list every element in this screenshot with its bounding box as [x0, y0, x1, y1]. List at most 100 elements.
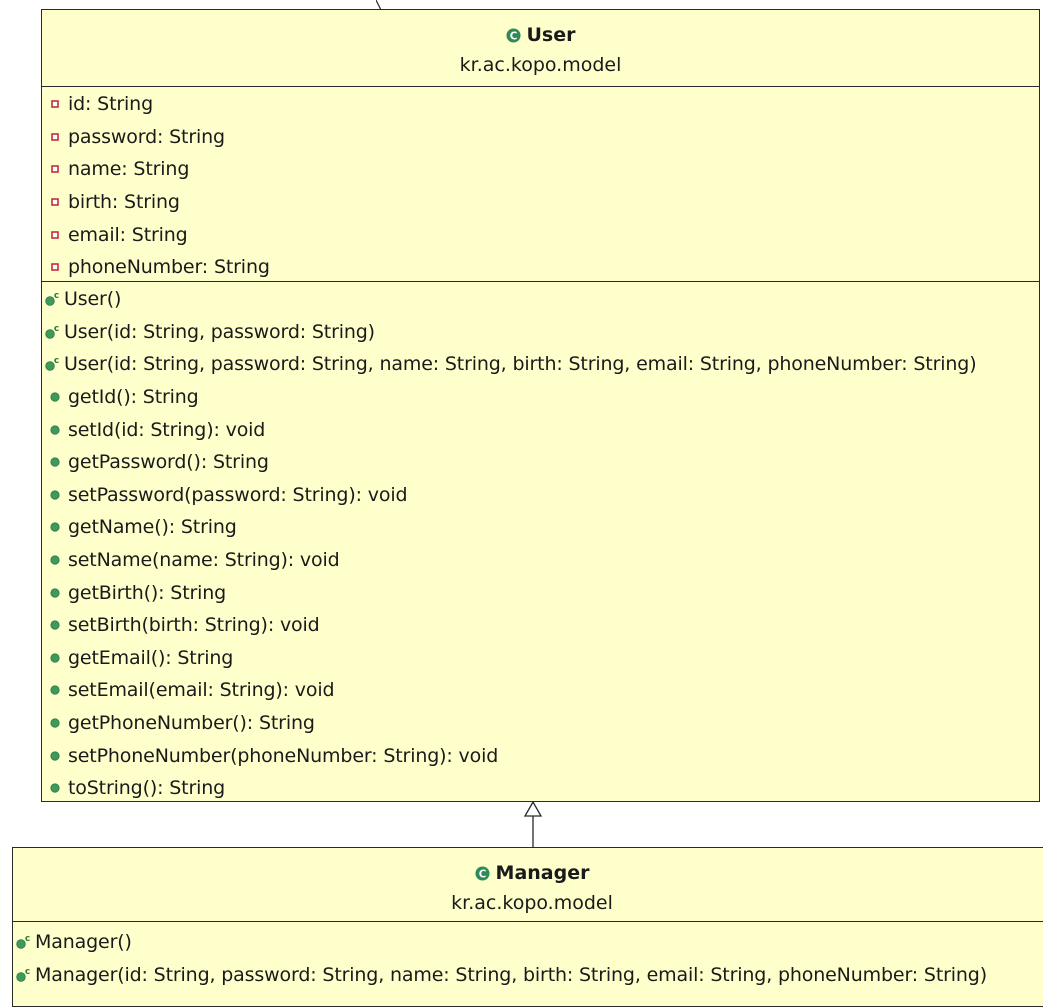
user-constructor-symbol: c	[42, 320, 64, 344]
user-method-label: getName(): String	[68, 516, 237, 539]
constructor-icon: c	[45, 324, 59, 339]
user-constructor[interactable]: c User(id: String, password: String, name…	[42, 348, 1039, 381]
user-class-box[interactable]: C User kr.ac.kopo.model id: String passwo…	[41, 9, 1040, 802]
public-method-icon	[50, 783, 60, 793]
user-constructor-label: User()	[64, 288, 122, 311]
user-methods-compartment: c User() c User(id: String, password: Strin…	[42, 282, 1039, 805]
public-method-icon	[50, 653, 60, 663]
public-method-icon	[50, 718, 60, 728]
user-attribute[interactable]: email: String	[42, 218, 1039, 251]
user-attribute-symbol	[42, 190, 68, 214]
public-method-icon	[50, 457, 60, 467]
user-method-label: getPhoneNumber(): String	[68, 712, 315, 735]
constructor-icon: c	[45, 356, 59, 372]
user-attribute-symbol	[42, 125, 68, 149]
user-method-label: setBirth(birth: String): void	[68, 614, 320, 637]
user-method-symbol	[42, 711, 68, 735]
user-attribute-symbol	[42, 92, 68, 116]
private-field-icon	[51, 133, 59, 141]
user-attributes-compartment: id: String password: String name: String bi…	[42, 87, 1039, 282]
public-method-icon	[50, 392, 60, 402]
manager-class-header: C Manager kr.ac.kopo.model	[13, 848, 1043, 922]
user-constructor-label: User(id: String, password: String, name:…	[64, 353, 977, 376]
user-method[interactable]: getPassword(): String	[42, 446, 1039, 479]
manager-constructor[interactable]: c Manager(id: String, password: String, n…	[13, 958, 1043, 991]
manager-methods-compartment: c Manager() c Manager(id: String, password:…	[13, 922, 1043, 991]
user-attribute[interactable]: phoneNumber: String	[42, 251, 1039, 284]
svg-text:c: c	[54, 356, 59, 366]
user-method[interactable]: toString(): String	[42, 772, 1039, 805]
user-attribute-label: email: String	[68, 223, 188, 246]
user-method-label: setName(name: String): void	[68, 549, 340, 572]
user-attribute-label: id: String	[68, 93, 153, 116]
user-attribute-label: phoneNumber: String	[68, 256, 270, 279]
user-method-label: getBirth(): String	[68, 581, 227, 604]
public-method-icon	[50, 588, 60, 598]
generalization-arrow	[523, 801, 543, 848]
public-method-icon	[50, 490, 60, 500]
user-method-symbol	[42, 515, 68, 539]
constructor-icon: c	[16, 934, 30, 949]
user-method[interactable]: getId(): String	[42, 381, 1039, 414]
svg-text:c: c	[54, 291, 59, 301]
svg-text:c: c	[54, 324, 59, 334]
public-method-icon	[50, 751, 60, 761]
manager-class-name: Manager	[495, 862, 590, 884]
user-method-symbol	[42, 450, 68, 474]
user-method[interactable]: getPhoneNumber(): String	[42, 707, 1039, 740]
user-attribute-symbol	[42, 223, 68, 247]
user-method[interactable]: setPhoneNumber(phoneNumber: String): voi…	[42, 739, 1039, 772]
user-method-symbol	[42, 613, 68, 637]
class-icon: C	[475, 865, 490, 881]
manager-class-box[interactable]: C Manager kr.ac.kopo.model c Manager() c Ma…	[12, 847, 1043, 1007]
user-method[interactable]: setId(id: String): void	[42, 413, 1039, 446]
user-attribute[interactable]: password: String	[42, 121, 1039, 154]
user-method-label: getEmail(): String	[68, 646, 234, 669]
private-field-icon	[51, 100, 59, 109]
user-constructor[interactable]: c User()	[42, 283, 1039, 316]
svg-text:C: C	[509, 30, 517, 42]
user-class-header: C User kr.ac.kopo.model	[42, 10, 1039, 87]
manager-constructor-label: Manager(id: String, password: String, na…	[35, 963, 987, 986]
public-method-icon	[50, 425, 60, 435]
user-method[interactable]: setPassword(password: String): void	[42, 479, 1039, 512]
constructor-icon: c	[16, 967, 30, 982]
user-method-symbol	[42, 581, 68, 605]
user-method-symbol	[42, 776, 68, 800]
user-method[interactable]: getBirth(): String	[42, 576, 1039, 609]
user-attribute-symbol	[42, 157, 68, 181]
public-method-icon	[50, 522, 60, 533]
user-attribute[interactable]: birth: String	[42, 186, 1039, 219]
manager-constructor[interactable]: c Manager()	[13, 925, 1043, 958]
user-method-label: setId(id: String): void	[68, 418, 266, 441]
svg-text:c: c	[25, 934, 30, 944]
user-attribute[interactable]: name: String	[42, 153, 1039, 186]
user-method-symbol	[42, 483, 68, 507]
user-constructor[interactable]: c User(id: String, password: String)	[42, 316, 1039, 349]
user-method[interactable]: setName(name: String): void	[42, 544, 1039, 577]
class-icon: C	[505, 27, 521, 43]
manager-constructor-symbol: c	[13, 963, 35, 987]
user-class-package: kr.ac.kopo.model	[459, 54, 622, 76]
manager-class-package: kr.ac.kopo.model	[451, 892, 613, 914]
user-method-label: setEmail(email: String): void	[68, 679, 335, 702]
user-method-symbol	[42, 418, 68, 442]
private-field-icon	[51, 230, 59, 239]
constructor-icon: c	[45, 291, 59, 306]
manager-constructor-symbol: c	[13, 930, 35, 954]
user-constructor-symbol: c	[42, 352, 64, 376]
user-method[interactable]: setEmail(email: String): void	[42, 674, 1039, 707]
private-field-icon	[51, 263, 59, 272]
user-attribute-label: birth: String	[68, 191, 180, 214]
user-method-label: setPassword(password: String): void	[68, 483, 408, 506]
user-method[interactable]: getName(): String	[42, 511, 1039, 544]
public-method-icon	[50, 555, 60, 565]
user-method[interactable]: getEmail(): String	[42, 642, 1039, 675]
user-method[interactable]: setBirth(birth: String): void	[42, 609, 1039, 642]
svg-text:C: C	[478, 868, 486, 880]
user-attribute[interactable]: id: String	[42, 88, 1039, 121]
public-method-icon	[50, 620, 60, 630]
svg-text:c: c	[25, 967, 30, 977]
public-method-icon	[50, 685, 60, 696]
user-method-symbol	[42, 646, 68, 670]
